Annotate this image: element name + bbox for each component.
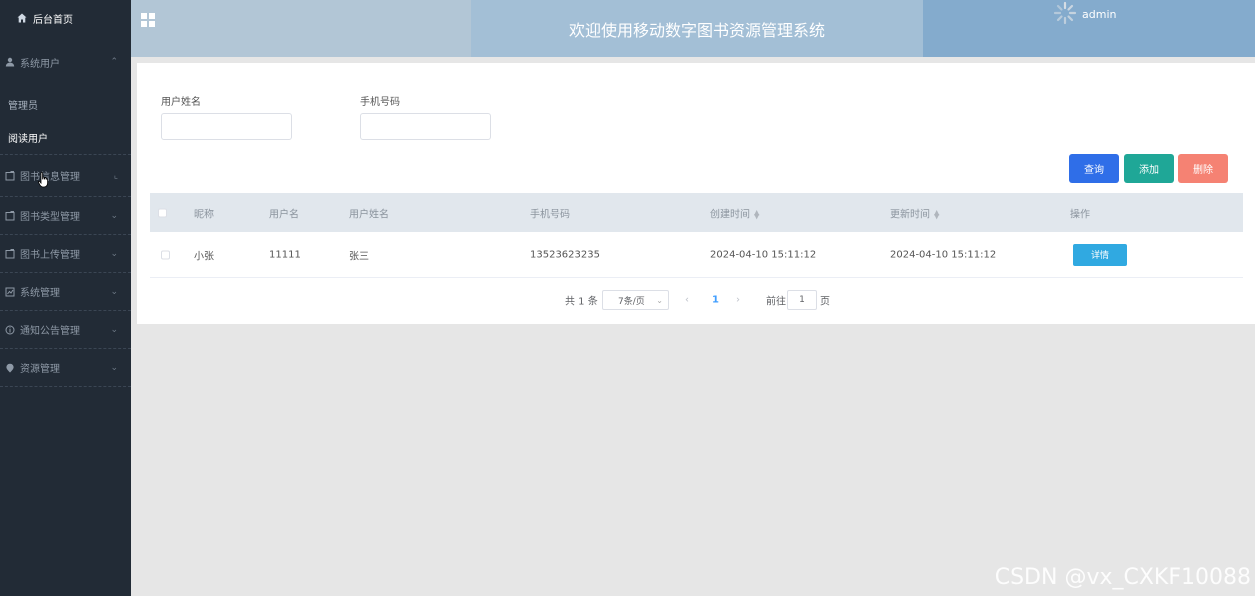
next-page-icon[interactable]: › [736,295,740,306]
filter-name-label: 用户姓名 [161,97,201,108]
sidebar: 后台首页 系统用户 ⌃ 管理员 阅读用户 图书信息管理 ⌞ 图书类型管理 ⌄ 图… [0,0,131,596]
sidebar-home[interactable]: 后台首页 [0,0,131,36]
cell-created: 2024-04-10 15:11:12 [710,249,817,260]
col-header-created-label: 创建时间 [710,209,750,220]
delete-button[interactable]: 删除 [1178,154,1228,183]
avatar[interactable] [1053,1,1077,25]
sidebar-group-book-upload: 图书上传管理 ⌄ [0,235,131,273]
users-table: 昵称 用户名 用户姓名 手机号码 创建时间 ▲ ▼ 更新时间 ▲ ▼ 操作 小张 111… [150,193,1243,278]
prev-page-icon[interactable]: ‹ [685,295,689,306]
filter-phone-label: 手机号码 [360,97,400,108]
col-header-realname: 用户姓名 [349,209,389,220]
page-size-select[interactable]: 7条/页 ⌄ [602,290,669,310]
col-header-nickname: 昵称 [194,209,214,220]
sidebar-home-label: 后台首页 [33,14,73,26]
col-header-updated[interactable]: 更新时间 ▲ ▼ [890,205,939,221]
cell-realname: 张三 [349,251,369,262]
sidebar-item-label: 系统用户 [20,58,60,70]
sidebar-item-label: 资源管理 [20,364,60,375]
sidebar-item-label: 图书类型管理 [20,212,80,223]
cell-phone: 13523623235 [530,249,600,260]
cell-nickname: 小张 [194,251,214,262]
chevron-up-icon: ⌃ [110,57,118,67]
table-row: 小张 11111 张三 13523623235 2024-04-10 15:11… [150,232,1243,278]
sort-icon[interactable]: ▲ ▼ [934,209,939,220]
sidebar-item-label: 系统管理 [20,288,60,299]
pin-icon [4,362,16,374]
col-header-phone: 手机号码 [530,209,570,220]
mouse-cursor-icon [38,172,48,188]
col-header-created[interactable]: 创建时间 ▲ ▼ [710,205,759,221]
page-size-value: 7条/页 [618,296,645,307]
grid-menu-icon[interactable] [141,13,155,27]
sidebar-item-book-type[interactable]: 图书类型管理 ⌄ [0,197,131,234]
chevron-icon: ⌞ [113,170,118,181]
user-icon [4,56,16,68]
detail-button[interactable]: 详情 [1073,243,1127,266]
sidebar-group-resources: 资源管理 ⌄ [0,349,131,387]
page-number-current[interactable]: 1 [712,295,719,306]
sidebar-item-label: 通知公告管理 [20,326,80,337]
query-button[interactable]: 查询 [1069,154,1119,183]
cell-username: 11111 [269,249,301,260]
goto-page-input[interactable]: 1 [787,290,817,310]
watermark: CSDN @vx_CXKF10088 [994,565,1251,590]
chevron-down-icon: ⌄ [110,362,118,373]
cell-updated: 2024-04-10 15:11:12 [890,249,997,260]
doc-icon [4,170,16,182]
home-icon [17,13,27,23]
sidebar-group-book-type: 图书类型管理 ⌄ [0,197,131,235]
sidebar-subitem-reader-users[interactable]: 阅读用户 [0,121,131,154]
page-suffix-label: 页 [820,296,830,308]
pagination-total: 共 1 条 [565,296,598,308]
chart-icon [4,286,16,298]
header-user-area: admin [923,0,1255,57]
sidebar-group-notice: 通知公告管理 ⌄ [0,311,131,349]
sidebar-item-system-users[interactable]: 系统用户 ⌃ [0,36,131,88]
sidebar-group-system-manage: 系统管理 ⌄ [0,273,131,311]
header-title: 欢迎使用移动数字图书资源管理系统 [471,0,923,57]
chevron-down-icon: ⌄ [110,210,118,221]
add-button[interactable]: 添加 [1124,154,1174,183]
sort-icon[interactable]: ▲ ▼ [754,209,759,220]
sidebar-subitem-label: 阅读用户 [8,134,48,145]
chevron-down-icon: ⌄ [110,248,118,259]
sidebar-subitem-label: 管理员 [8,101,38,112]
header: 欢迎使用移动数字图书资源管理系统 admin [131,0,1255,57]
sidebar-group-book-info: 图书信息管理 ⌞ [0,155,131,197]
sidebar-subitem-admin[interactable]: 管理员 [0,88,131,121]
sidebar-item-system-manage[interactable]: 系统管理 ⌄ [0,273,131,310]
pagination: 共 1 条 7条/页 ⌄ ‹ 1 › 前往 1 页 [137,290,1255,310]
col-header-username: 用户名 [269,209,299,220]
sidebar-item-notice[interactable]: 通知公告管理 ⌄ [0,311,131,348]
main-panel: 用户姓名 手机号码 查询 添加 删除 昵称 用户名 用户姓名 手机号码 创建时间… [137,63,1255,324]
table-header: 昵称 用户名 用户姓名 手机号码 创建时间 ▲ ▼ 更新时间 ▲ ▼ 操作 [150,193,1243,232]
info-icon [4,324,16,336]
chevron-down-icon: ⌄ [110,324,118,335]
row-checkbox[interactable] [161,250,170,259]
goto-label: 前往 [766,296,786,308]
header-left [131,0,471,57]
chevron-down-icon: ⌄ [656,295,663,305]
doc-icon [4,248,16,260]
select-all-checkbox[interactable] [158,208,167,217]
col-header-actions: 操作 [1070,209,1090,220]
sidebar-item-book-info[interactable]: 图书信息管理 ⌞ [0,155,131,196]
filter-name-input[interactable] [161,113,292,140]
sidebar-item-book-upload[interactable]: 图书上传管理 ⌄ [0,235,131,272]
sidebar-item-resources[interactable]: 资源管理 ⌄ [0,349,131,386]
goto-page-value: 1 [799,295,805,305]
filter-phone-input[interactable] [360,113,491,140]
doc-icon [4,210,16,222]
sidebar-group-system-users: 系统用户 ⌃ 管理员 阅读用户 [0,36,131,155]
sidebar-item-label: 图书信息管理 [20,172,80,183]
sidebar-item-label: 图书上传管理 [20,250,80,261]
col-header-updated-label: 更新时间 [890,209,930,220]
chevron-down-icon: ⌄ [110,286,118,297]
username-label[interactable]: admin [1082,8,1116,21]
